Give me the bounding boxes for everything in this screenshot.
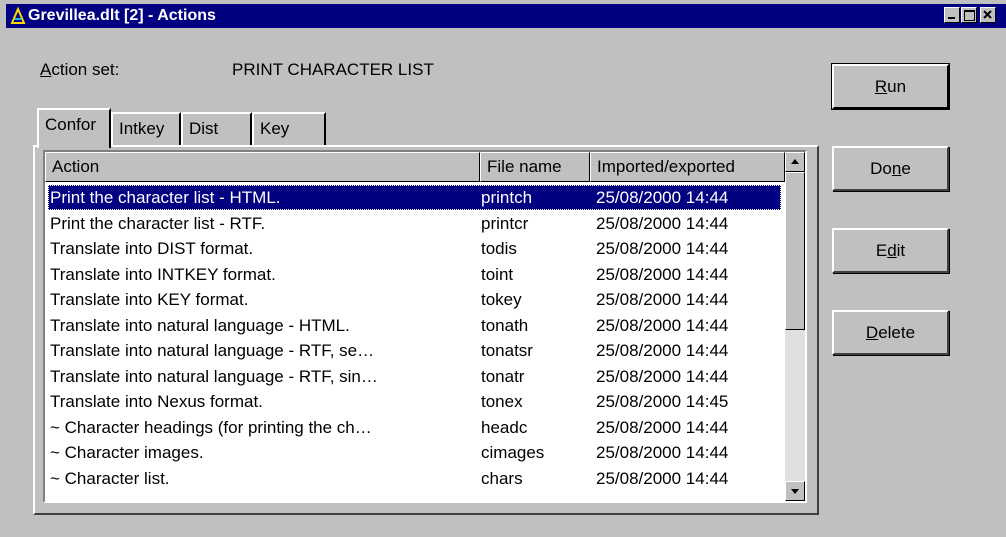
action-set-value: PRINT CHARACTER LIST: [232, 60, 434, 79]
table-row[interactable]: Translate into KEY format. tokey 25/08/200…: [48, 287, 781, 312]
table-row[interactable]: ~ Character headings (for printing the c…: [48, 415, 781, 440]
file-name-cell: toint: [481, 264, 514, 284]
table-row[interactable]: Translate into DIST format. todis 25/08/20…: [48, 236, 781, 261]
date-cell: 25/08/2000 14:44: [596, 315, 729, 335]
scroll-up-button[interactable]: [785, 152, 805, 172]
arrow-down-icon: [791, 489, 799, 494]
action-set-label-accel: A: [40, 60, 52, 79]
column-header-imported-exported[interactable]: Imported/exported: [590, 152, 785, 182]
arrow-up-icon: [791, 159, 799, 164]
action-cell: ~ Character list.: [50, 468, 170, 488]
edit-button-accel: d: [887, 241, 897, 260]
done-button-accel: n: [891, 159, 902, 178]
table-row[interactable]: Translate into Nexus format. tonex 25/08/2…: [48, 389, 781, 414]
action-cell: Translate into INTKEY format.: [50, 264, 276, 284]
close-icon: [983, 10, 992, 19]
maximize-button[interactable]: [961, 7, 977, 23]
action-set-label-text: ction set:: [51, 60, 120, 79]
action-cell: ~ Character images.: [50, 443, 204, 462]
window-title: Grevillea.dlt [2] - Actions: [28, 7, 216, 24]
action-cell: ~ Character headings (for printing the c…: [50, 417, 372, 437]
run-button-label-post: un: [887, 77, 907, 96]
date-cell: 25/08/2000 14:44: [596, 341, 729, 360]
file-name-cell: tokey: [481, 290, 522, 309]
date-cell: 25/08/2000 14:44: [596, 264, 729, 284]
tab-key[interactable]: Key: [252, 112, 326, 146]
date-cell: 25/08/2000 14:45: [596, 392, 729, 411]
table-row[interactable]: ~ Character list. chars 25/08/2000 14:44: [48, 466, 781, 491]
tab-intkey[interactable]: Intkey: [111, 112, 181, 146]
action-set-label: Action set:: [40, 60, 119, 80]
minimize-icon: [948, 17, 955, 19]
date-cell: 25/08/2000 14:44: [596, 290, 729, 309]
actions-list[interactable]: Action File name Imported/exported Print…: [43, 150, 807, 503]
table-row[interactable]: Translate into natural language - HTML. t…: [48, 313, 781, 338]
column-header-file-name[interactable]: File name: [480, 152, 590, 182]
date-cell: 25/08/2000 14:44: [596, 417, 729, 437]
date-cell: 25/08/2000 14:44: [596, 443, 729, 462]
table-row[interactable]: Translate into natural language - RTF, s…: [48, 364, 781, 389]
date-cell: 25/08/2000 14:44: [596, 213, 729, 233]
date-cell: 25/08/2000 14:44: [596, 239, 729, 258]
action-cell: Translate into Nexus format.: [50, 392, 263, 411]
app-icon[interactable]: [10, 7, 26, 25]
done-button-label-post: e: [901, 159, 911, 178]
file-name-cell: tonex: [481, 392, 523, 411]
vertical-scrollbar[interactable]: [785, 152, 805, 501]
table-row[interactable]: Translate into natural language - RTF, s…: [48, 338, 781, 363]
file-name-cell: todis: [481, 239, 517, 258]
file-name-cell: cimages: [481, 443, 545, 462]
table-row[interactable]: ~ Character images. cimages 25/08/2000 14:…: [48, 440, 781, 465]
edit-button[interactable]: Edit: [832, 228, 949, 273]
close-button[interactable]: [980, 7, 996, 23]
scroll-down-button[interactable]: [785, 481, 805, 501]
date-cell: 25/08/2000 14:44: [596, 366, 729, 386]
table-row[interactable]: Print the character list - HTML. printch 2…: [48, 185, 781, 210]
delete-button-label-post: elete: [878, 323, 916, 342]
action-cell: Translate into KEY format.: [50, 290, 249, 309]
date-cell: 25/08/2000 14:44: [596, 188, 729, 207]
edit-button-label-pre: E: [875, 241, 888, 260]
action-cell: Print the character list - HTML.: [50, 188, 281, 207]
table-row[interactable]: Print the character list - RTF. printcr 25…: [48, 211, 781, 236]
run-button[interactable]: Run: [831, 63, 950, 110]
date-cell: 25/08/2000 14:44: [596, 468, 729, 488]
title-bar[interactable]: Grevillea.dlt [2] - Actions: [6, 4, 1006, 28]
done-button-label-pre: Do: [870, 159, 892, 178]
file-name-cell: tonatsr: [481, 341, 533, 360]
maximize-icon: [964, 10, 975, 21]
run-button-accel: R: [874, 77, 888, 96]
delete-button-accel: D: [865, 323, 879, 342]
action-cell: Translate into DIST format.: [50, 239, 254, 258]
edit-button-label-post: it: [896, 241, 906, 260]
file-name-cell: printcr: [481, 213, 529, 233]
file-name-cell: headc: [481, 417, 528, 437]
table-row[interactable]: Translate into INTKEY format. toint 25/08/…: [48, 262, 781, 287]
tab-dist[interactable]: Dist: [181, 112, 252, 146]
action-cell: Translate into natural language - RTF, s…: [50, 341, 375, 360]
action-cell: Print the character list - RTF.: [50, 213, 266, 233]
tab-confor[interactable]: Confor: [37, 108, 111, 148]
action-cell: Translate into natural language - HTML.: [50, 315, 350, 335]
column-header-action[interactable]: Action: [45, 152, 480, 182]
minimize-button[interactable]: [944, 7, 960, 23]
file-name-cell: chars: [481, 468, 523, 488]
action-cell: Translate into natural language - RTF, s…: [50, 366, 378, 386]
delete-button[interactable]: Delete: [832, 310, 949, 355]
file-name-cell: tonath: [481, 315, 529, 335]
file-name-cell: printch: [481, 188, 533, 207]
file-name-cell: tonatr: [481, 366, 525, 386]
scroll-thumb[interactable]: [785, 172, 805, 330]
done-button[interactable]: Done: [832, 146, 949, 191]
actions-window: Grevillea.dlt [2] - Actions Action set: …: [0, 0, 1006, 537]
